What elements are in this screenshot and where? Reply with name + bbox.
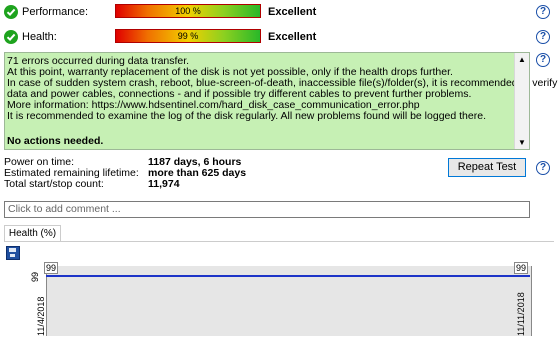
- save-icon[interactable]: [6, 246, 20, 260]
- message-line: It is recommended to examine the log of …: [7, 110, 486, 122]
- comment-input[interactable]: Click to add comment ...: [4, 201, 530, 218]
- y-axis-label: 99: [30, 271, 40, 282]
- health-bar: 99 %: [115, 29, 261, 43]
- start-stop-label: Total start/stop count:: [4, 178, 104, 190]
- message-scrollbar[interactable]: ▲ ▼: [514, 53, 529, 149]
- help-icon[interactable]: ?: [536, 30, 550, 44]
- repeat-test-button[interactable]: Repeat Test: [448, 158, 526, 177]
- scroll-down-icon[interactable]: ▼: [518, 138, 526, 147]
- message-footer: No actions needed.: [7, 135, 104, 147]
- health-value: 99 %: [177, 31, 199, 41]
- status-message-text: 71 errors occurred during data transfer.…: [7, 56, 557, 147]
- remaining-lifetime-label: Estimated remaining lifetime:: [4, 167, 139, 179]
- data-label: 99: [44, 262, 59, 274]
- performance-row: Performance: 100 % Excellent ?: [0, 2, 560, 24]
- check-icon: [4, 5, 18, 19]
- check-icon: [4, 30, 18, 44]
- health-row: Health: 99 % Excellent ?: [0, 27, 560, 49]
- scroll-up-icon[interactable]: ▲: [518, 55, 526, 64]
- remaining-lifetime-value: more than 625 days: [148, 167, 247, 179]
- x-tick-label: 11/4/2018: [36, 296, 46, 336]
- tab-health[interactable]: Health (%): [4, 225, 61, 242]
- power-on-label: Power on time:: [4, 156, 75, 168]
- data-label: 99: [514, 262, 529, 274]
- performance-value: 100 %: [175, 6, 201, 16]
- health-label: Health:: [22, 31, 57, 43]
- x-tick-label: 11/11/2018: [516, 292, 526, 336]
- performance-verdict: Excellent: [268, 6, 317, 18]
- health-verdict: Excellent: [268, 31, 317, 43]
- start-stop-value: 11,974: [148, 178, 180, 190]
- help-icon[interactable]: ?: [536, 5, 550, 19]
- performance-bar: 100 %: [115, 4, 261, 18]
- help-icon[interactable]: ?: [536, 53, 550, 67]
- help-icon[interactable]: ?: [536, 161, 550, 175]
- chart-series-line: [46, 275, 530, 277]
- power-on-value: 1187 days, 6 hours: [148, 156, 242, 168]
- performance-label: Performance:: [22, 6, 89, 18]
- status-message-box[interactable]: 71 errors occurred during data transfer.…: [4, 52, 557, 150]
